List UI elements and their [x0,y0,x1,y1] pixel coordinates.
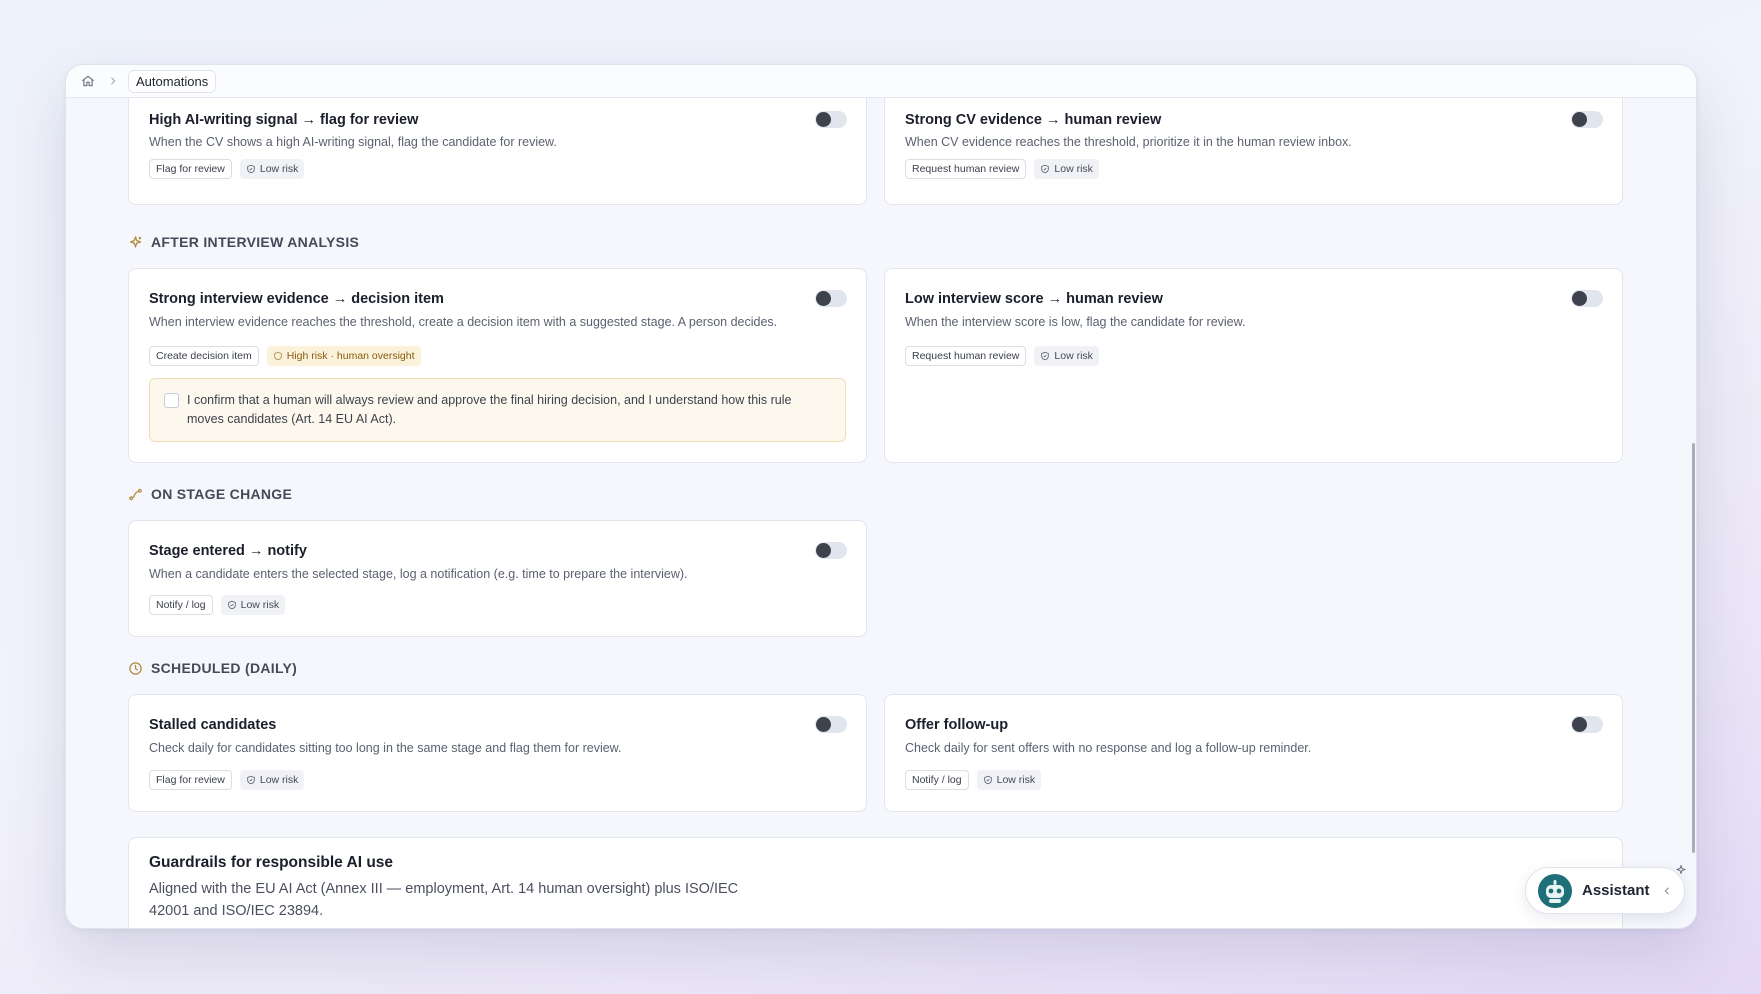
action-tag: Request human review [905,346,1027,366]
rule-title: Stalled candidates [149,717,277,733]
oversight-confirmation: I confirm that a human will always revie… [149,378,846,442]
confirm-checkbox[interactable] [164,393,179,408]
guardrails-description: Aligned with the EU AI Act (Annex III — … [149,881,739,919]
action-tag: Notify / log [905,770,969,790]
rule-toggle[interactable] [815,290,847,307]
robot-avatar-icon [1538,873,1572,908]
risk-badge: Low risk [220,595,286,615]
risk-badge: Low risk [1034,159,1099,179]
action-tag: Flag for review [149,159,232,179]
rule-description: Check daily for sent offers with no resp… [905,741,1312,755]
route-icon [129,488,142,500]
risk-badge: Low risk [239,159,305,179]
rule-toggle[interactable] [1571,290,1603,307]
shield-icon [1041,351,1050,361]
rule-title: High AI-writing signal → flag for review [149,112,419,128]
section-heading-stage-change: ON STAGE CHANGE [128,486,292,502]
breadcrumb-current[interactable]: Automations [128,69,217,93]
rule-title: Offer follow-up [905,717,1009,733]
breadcrumb: Automations [66,65,1696,98]
sparkle-icon [129,235,142,247]
shield-icon [247,164,255,174]
guardrails-title: Guardrails for responsible AI use [149,854,394,871]
rule-description: When CV evidence reaches the threshold, … [905,135,1352,149]
rule-toggle[interactable] [815,111,847,128]
automations-list: High AI-writing signal → flag for review… [66,98,1696,928]
rule-card-offer-followup: Offer follow-up Check daily for sent off… [884,694,1623,812]
shield-icon [247,775,255,785]
sparkle-icon [1676,865,1686,874]
risk-badge: Low risk [1034,346,1099,366]
app-window: Automations High AI-writing signal → fla… [65,64,1697,929]
rule-title: Strong CV evidence → human review [905,112,1162,128]
rule-card-interview-decision: Strong interview evidence → decision ite… [128,268,867,463]
rule-toggle[interactable] [815,716,847,733]
shield-icon [227,600,236,610]
chevron-right-icon [106,74,120,88]
rule-toggle[interactable] [1571,111,1603,128]
rule-title: Strong interview evidence → decision ite… [149,291,444,307]
action-tag: Flag for review [149,770,232,790]
home-icon[interactable] [78,71,98,91]
shield-icon [273,351,282,361]
rule-card-low-interview: Low interview score → human review When … [884,268,1623,463]
chevron-left-icon [1664,887,1669,894]
rule-card-strong-cv: Strong CV evidence → human review When C… [884,98,1623,205]
shield-icon [983,775,992,785]
guardrails-card: Guardrails for responsible AI use Aligne… [128,837,1623,928]
shield-icon [1041,164,1050,174]
rule-description: Check daily for candidates sitting too l… [149,741,622,755]
rule-toggle[interactable] [815,542,847,559]
rule-title: Stage entered → notify [149,543,307,559]
rule-description: When the interview score is low, flag th… [905,315,1246,329]
rule-description: When a candidate enters the selected sta… [149,567,688,581]
rule-card-ai-writing: High AI-writing signal → flag for review… [128,98,867,205]
rule-description: When interview evidence reaches the thre… [149,315,778,329]
assistant-button[interactable]: Assistant [1525,867,1685,914]
risk-badge-high: High risk · human oversight [266,346,421,366]
rule-description: When the CV shows a high AI-writing sign… [149,135,557,149]
rule-card-stage-entered: Stage entered → notify When a candidate … [128,520,867,637]
confirm-text: I confirm that a human will always revie… [187,393,792,426]
risk-badge: Low risk [976,770,1042,790]
action-tag: Request human review [905,159,1027,179]
rule-toggle[interactable] [1571,716,1603,733]
risk-badge: Low risk [239,770,305,790]
action-tag: Notify / log [149,595,213,615]
rule-title: Low interview score → human review [905,291,1163,307]
scrollbar[interactable] [1692,443,1695,853]
clock-icon [129,661,142,675]
action-tag: Create decision item [149,346,259,366]
section-heading-after-interview: AFTER INTERVIEW ANALYSIS [128,234,359,250]
section-heading-scheduled: SCHEDULED (DAILY) [128,660,297,676]
assistant-label: Assistant [1582,882,1650,899]
rule-card-stalled: Stalled candidates Check daily for candi… [128,694,867,812]
